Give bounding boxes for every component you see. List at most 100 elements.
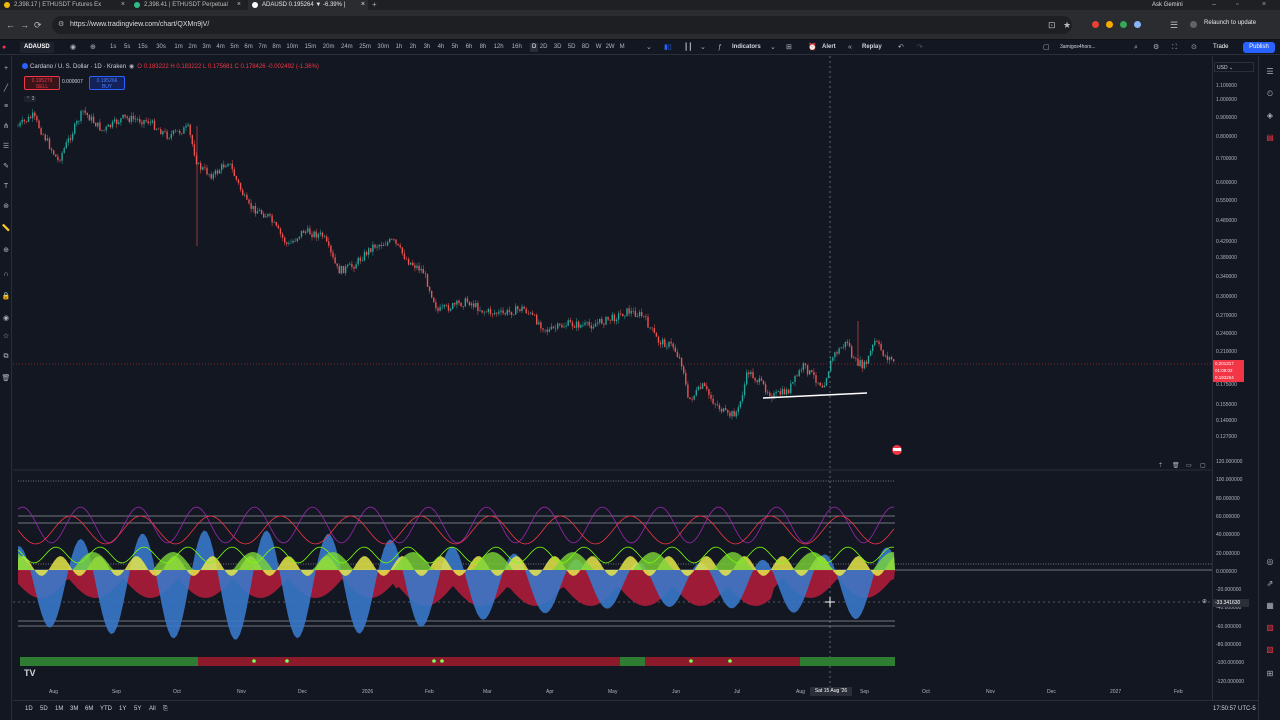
interval-30s[interactable]: 30s — [156, 43, 166, 52]
interval-15m[interactable]: 15m — [305, 43, 317, 52]
indicators-button[interactable]: Indicators — [732, 42, 761, 53]
redo-icon[interactable]: ↷ — [917, 42, 923, 53]
interval-3h[interactable]: 3h — [424, 43, 431, 52]
interval-10m[interactable]: 10m — [286, 43, 298, 52]
interval-5h[interactable]: 5h — [452, 43, 459, 52]
close-icon[interactable]: × — [361, 0, 365, 10]
ruler-icon[interactable]: 📏 — [1, 224, 11, 234]
notifications-icon[interactable]: ▧ — [1264, 644, 1276, 656]
symbol-search-button[interactable]: ADAUSD — [20, 42, 54, 53]
ask-gemini-button[interactable]: Ask Gemini — [1152, 0, 1183, 10]
bookmark-star-icon[interactable]: ★ — [1063, 20, 1071, 31]
interval-24m[interactable]: 24m — [341, 43, 353, 52]
search-icon[interactable]: ⌕ — [1134, 42, 1138, 53]
horizontal-lines-icon[interactable]: ≡ — [1, 102, 11, 112]
compare-plus-icon[interactable]: ⊕ — [90, 42, 96, 53]
eye-icon[interactable]: ◉ — [70, 42, 76, 53]
relaunch-button[interactable]: Relaunch to update — [1204, 20, 1256, 26]
date-range-icon[interactable]: ⎘ — [163, 706, 168, 713]
apps-grid-icon[interactable]: ⊞ — [1264, 668, 1276, 680]
watchlist-icon[interactable]: ☰ — [1264, 66, 1276, 78]
range-3M[interactable]: 3M — [70, 706, 78, 712]
interval-7m[interactable]: 7m — [258, 43, 266, 52]
pane-up-icon[interactable]: ⇡ — [1158, 462, 1163, 469]
zoom-in-icon[interactable]: ⊕ — [1, 246, 11, 256]
range-5D[interactable]: 5D — [40, 706, 48, 712]
back-icon[interactable]: ← — [6, 20, 15, 30]
undo-icon[interactable]: ↶ — [898, 42, 904, 53]
browser-tab-active[interactable]: ADAUSD 0.195264 ▼ -6.39% | × — [248, 0, 368, 10]
range-6M[interactable]: 6M — [85, 706, 93, 712]
close-icon[interactable]: × — [121, 0, 125, 10]
clock-timezone[interactable]: 17:50:57 UTC-5 — [1213, 706, 1256, 712]
object-tree-icon[interactable]: ⧉ — [1, 352, 11, 362]
range-YTD[interactable]: YTD — [100, 706, 112, 712]
interval-8m[interactable]: 8m — [272, 43, 280, 52]
ideas-icon[interactable]: ▨ — [1264, 622, 1276, 634]
layouts-icon[interactable]: ⊞ — [786, 42, 792, 53]
interval-12h[interactable]: 12h — [494, 43, 504, 52]
extension-icon[interactable] — [1134, 21, 1141, 28]
interval-16h[interactable]: 16h — [512, 43, 522, 52]
interval-15s[interactable]: 15s — [138, 43, 148, 52]
site-info-icon[interactable]: ⚙ — [58, 16, 64, 34]
buy-button[interactable]: 0.195266 BUY — [89, 76, 125, 90]
interval-2m[interactable]: 2m — [188, 43, 196, 52]
candles-icon[interactable]: ▮▯ — [664, 42, 672, 53]
range-1M[interactable]: 1M — [55, 706, 63, 712]
indicators-icon[interactable]: ƒ — [718, 42, 722, 53]
alerts-clock-icon[interactable]: ⏲ — [1264, 88, 1276, 100]
price-chart[interactable] — [13, 56, 1257, 700]
interval-D[interactable]: D — [530, 43, 539, 52]
install-icon[interactable]: ⊡ — [1048, 20, 1056, 31]
oscillator-pane[interactable] — [17, 480, 1212, 666]
interval-2W[interactable]: 2W — [606, 43, 615, 52]
gear-icon[interactable]: ⚙ — [1153, 42, 1159, 53]
interval-4m[interactable]: 4m — [216, 43, 224, 52]
fib-icon[interactable]: ☰ — [1, 142, 11, 152]
brush-icon[interactable]: ✎ — [1, 162, 11, 172]
interval-6m[interactable]: 6m — [244, 43, 252, 52]
range-1D[interactable]: 1D — [25, 706, 33, 712]
indicators-collapse-button[interactable]: ⌃ 3 — [24, 96, 37, 102]
range-All[interactable]: All — [149, 706, 156, 712]
chevron-down-icon[interactable]: ⌄ — [646, 42, 652, 53]
range-1Y[interactable]: 1Y — [119, 706, 126, 712]
magnet-icon[interactable]: ∩ — [1, 270, 11, 280]
forward-icon[interactable]: → — [20, 20, 29, 30]
alert-button[interactable]: Alert — [822, 42, 836, 53]
camera-icon[interactable]: ⊙ — [1191, 42, 1197, 53]
publish-button[interactable]: Publish — [1243, 42, 1275, 53]
interval-5m[interactable]: 5m — [230, 43, 238, 52]
trendline-icon[interactable]: ╱ — [1, 84, 11, 94]
pane-maximize-icon[interactable]: ▢ — [1200, 462, 1206, 469]
layout-name-button[interactable]: 3amigos4hors... — [1060, 42, 1096, 53]
interval-6h[interactable]: 6h — [466, 43, 473, 52]
interval-2h[interactable]: 2h — [410, 43, 417, 52]
price-pane[interactable] — [13, 107, 1212, 455]
eye-icon[interactable]: ◉ — [129, 64, 134, 70]
maximize-icon[interactable]: ▫ — [1236, 0, 1238, 10]
sell-button[interactable]: 0.195279 SELL — [24, 76, 60, 90]
url-input[interactable]: ⚙ https://www.tradingview.com/chart/QXMn… — [52, 16, 1072, 34]
add-alert-icon[interactable]: ⊕ — [1202, 598, 1207, 605]
user-avatar-icon[interactable]: ● — [2, 42, 6, 53]
layout-square-icon[interactable]: ▢ — [1043, 42, 1050, 53]
layers-icon[interactable]: ◈ — [1264, 110, 1276, 122]
interval-1h[interactable]: 1h — [396, 43, 403, 52]
reload-icon[interactable]: ⟳ — [34, 20, 42, 31]
interval-2D[interactable]: 2D — [540, 43, 548, 52]
browser-tab[interactable]: 2,398.41 | ETHUSDT Perpetual × — [130, 0, 244, 10]
interval-5s[interactable]: 5s — [124, 43, 130, 52]
interval-3m[interactable]: 3m — [202, 43, 210, 52]
browser-tab[interactable]: 2,398.17 | ETHUSDT Futures Ex × — [0, 0, 128, 10]
interval-5D[interactable]: 5D — [568, 43, 576, 52]
pine-icon[interactable]: ⇗ — [1264, 578, 1276, 590]
calendar-icon[interactable]: ▦ — [1264, 600, 1276, 612]
pitchfork-icon[interactable]: ⋔ — [1, 122, 11, 132]
interval-8h[interactable]: 8h — [480, 43, 487, 52]
alert-clock-icon[interactable]: ⏰ — [808, 42, 817, 53]
interval-20m[interactable]: 20m — [323, 43, 335, 52]
extension-icon[interactable] — [1092, 21, 1099, 28]
minimize-icon[interactable]: – — [1212, 0, 1216, 10]
